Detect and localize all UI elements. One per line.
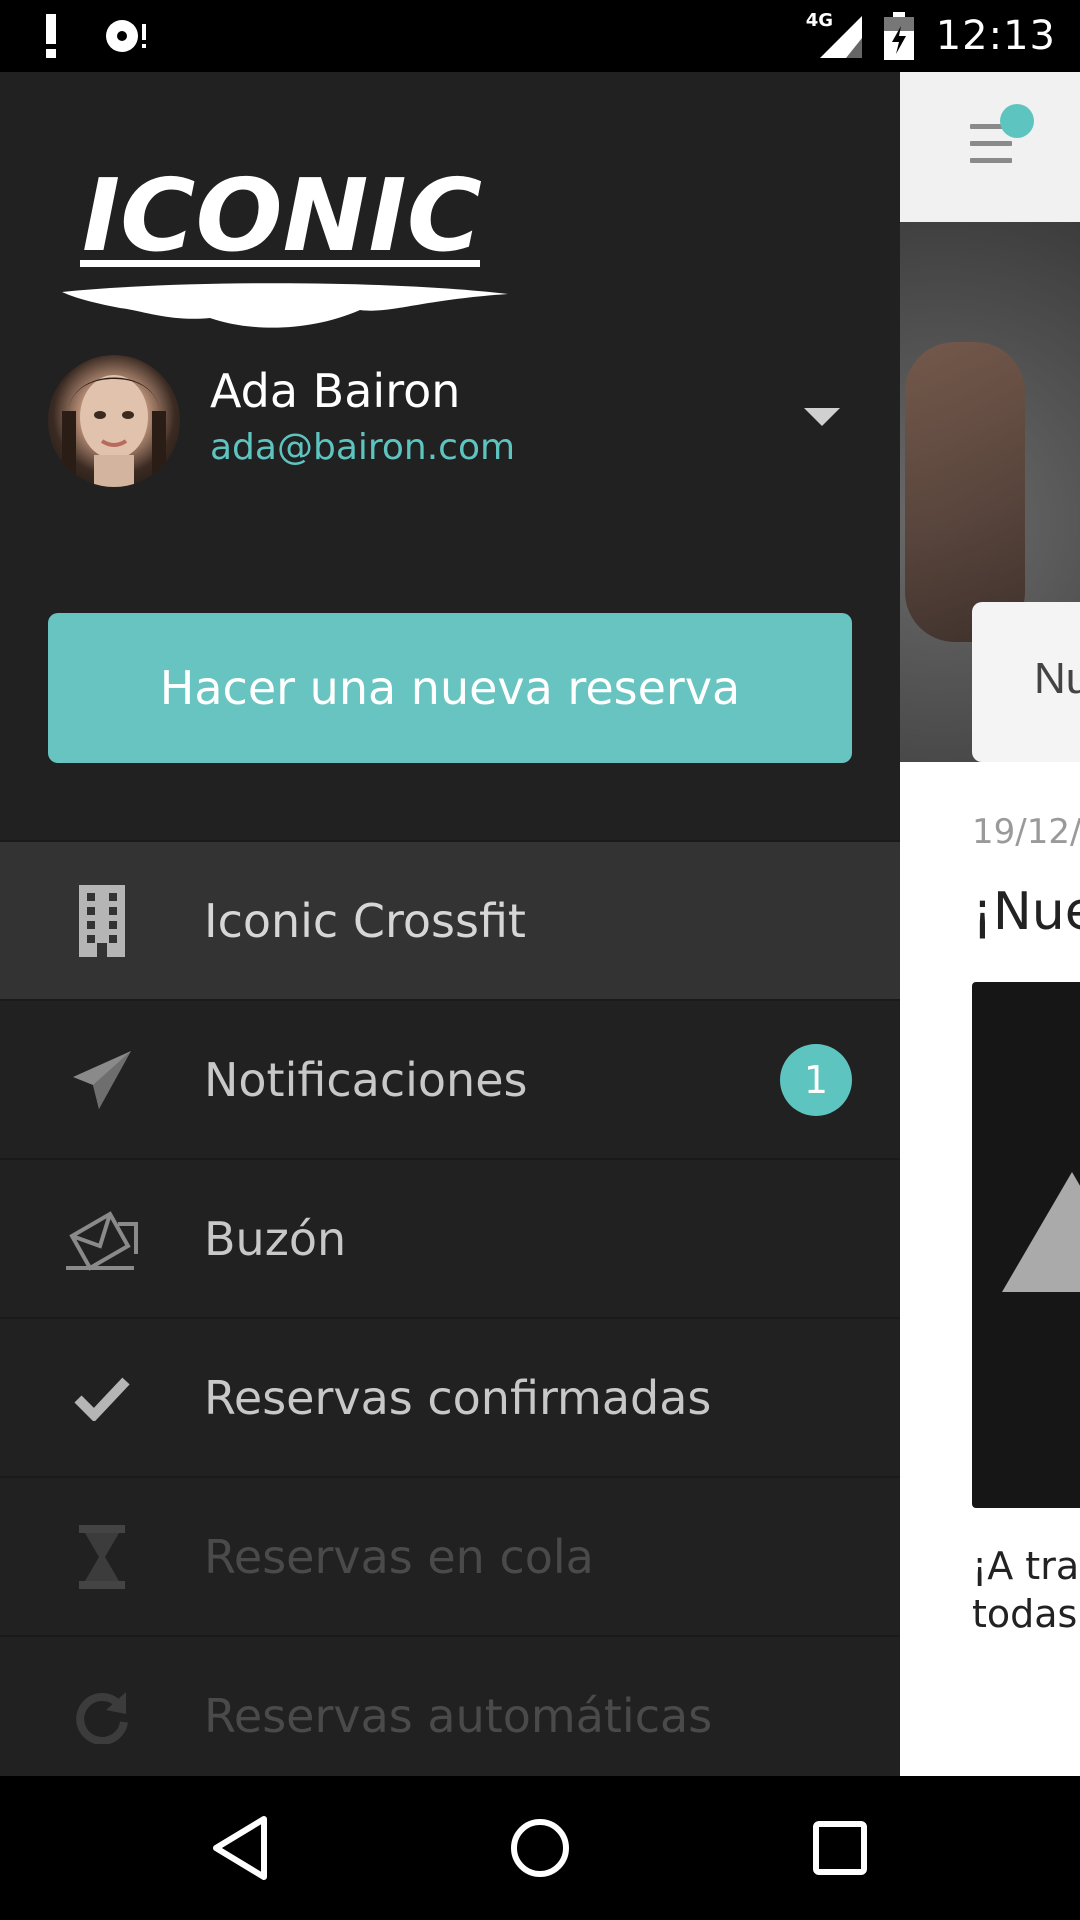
post-text-line-1: ¡A trav [972, 1544, 1080, 1588]
hero-card-text: Nu [1034, 654, 1080, 703]
system-nav-bar [0, 1776, 1080, 1920]
recents-icon[interactable] [800, 1808, 880, 1888]
battery-icon [883, 12, 914, 60]
notification-badge: 1 [780, 1043, 852, 1116]
menu-item-reservas-automaticas[interactable]: Reservas automáticas [0, 1635, 900, 1776]
navigation-drawer: ICONIC Ada Bairon ada@bairon.com Hacer u… [0, 72, 900, 1776]
back-icon[interactable] [200, 1808, 280, 1888]
menu-item-buzon[interactable]: Buzón [0, 1158, 900, 1317]
drawer-menu: Iconic Crossfit Notificaciones 1 Buzón R… [0, 840, 900, 1776]
post-image[interactable] [972, 982, 1080, 1508]
menu-item-reservas-en-cola[interactable]: Reservas en cola [0, 1476, 900, 1635]
clock: 12:13 [935, 13, 1056, 59]
user-email: ada@bairon.com [210, 427, 516, 468]
hero-card[interactable]: Nu [972, 602, 1080, 762]
home-icon[interactable] [500, 1808, 580, 1888]
chevron-down-icon[interactable] [800, 402, 844, 432]
avatar[interactable] [48, 355, 180, 487]
alert-icon [46, 14, 56, 58]
menu-item-label: Reservas en cola [204, 1529, 594, 1584]
hero-hand-shape [905, 342, 1025, 642]
pyramid-graphic [1002, 1172, 1080, 1292]
notification-dot [1000, 104, 1034, 138]
network-type: 4G [805, 10, 834, 31]
menu-item-label: Buzón [204, 1211, 347, 1266]
menu-item-label: Reservas confirmadas [204, 1370, 712, 1425]
hourglass-icon [60, 1515, 144, 1599]
signal-icon: 4G [806, 10, 862, 58]
check-icon [60, 1356, 144, 1440]
iconic-logo: ICONIC [60, 132, 510, 332]
post-text: ¡A trav todas [972, 1542, 1080, 1638]
new-reservation-button[interactable]: Hacer una nueva reserva [48, 613, 852, 763]
paper-plane-icon [60, 1038, 144, 1122]
building-icon [60, 879, 144, 963]
refresh-icon [60, 1674, 144, 1758]
post-date: 19/12/ [972, 812, 1080, 852]
menu-item-iconic-crossfit[interactable]: Iconic Crossfit [0, 840, 900, 999]
post-title: ¡Nue [972, 882, 1080, 942]
menu-item-label: Iconic Crossfit [204, 893, 526, 948]
sync-disc-icon [106, 20, 146, 52]
menu-item-label: Reservas automáticas [204, 1688, 713, 1743]
user-name: Ada Bairon [210, 364, 461, 418]
menu-item-label: Notificaciones [204, 1052, 528, 1107]
mailbox-icon [60, 1197, 144, 1281]
status-bar: 4G 12:13 [0, 0, 1080, 72]
post-text-line-2: todas [972, 1592, 1078, 1636]
menu-item-notificaciones[interactable]: Notificaciones 1 [0, 999, 900, 1158]
logo-text: ICONIC [82, 157, 482, 274]
menu-item-reservas-confirmadas[interactable]: Reservas confirmadas [0, 1317, 900, 1476]
